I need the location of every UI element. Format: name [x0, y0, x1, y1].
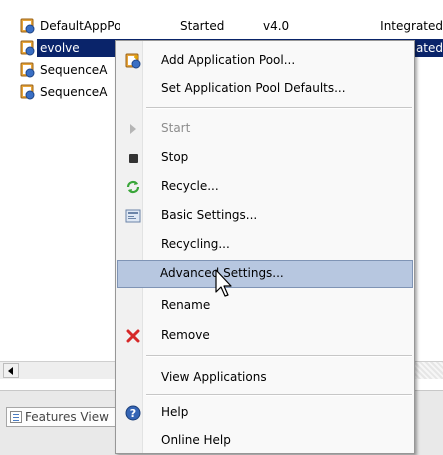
features-view-icon — [10, 411, 22, 423]
pool-name: evolve — [40, 41, 80, 55]
tab-features-view[interactable]: Features View — [6, 407, 116, 427]
menu-item-help[interactable]: ? Help — [118, 399, 412, 427]
pool-pipeline-mode: Integrated — [380, 19, 443, 33]
add-app-pool-icon — [125, 53, 141, 69]
pool-name: SequenceA — [40, 85, 108, 99]
basic-settings-icon — [125, 209, 141, 223]
menu-item-recycle[interactable]: Recycle... — [118, 173, 412, 201]
menu-item-remove[interactable]: Remove — [118, 322, 412, 350]
pool-name: SequenceA — [40, 63, 108, 77]
menu-item-basic-settings[interactable]: Basic Settings... — [118, 202, 412, 230]
menu-item-label: Online Help — [161, 433, 231, 447]
features-view-label: Features View — [25, 410, 109, 424]
mouse-pointer-icon — [215, 269, 232, 297]
context-menu: Add Application Pool... Set Application … — [115, 40, 415, 454]
menu-item-label: Add Application Pool... — [161, 53, 296, 67]
menu-item-label: Help — [161, 405, 189, 419]
app-pool-icon — [20, 18, 35, 34]
menu-item-online-help[interactable]: Online Help — [118, 427, 412, 455]
menu-item-label: Start — [161, 121, 191, 135]
app-pool-icon — [20, 40, 35, 56]
menu-item-rename[interactable]: Rename — [118, 292, 412, 320]
menu-item-label: Recycle... — [161, 179, 219, 193]
menu-item-label: View Applications — [161, 370, 267, 384]
svg-text:?: ? — [130, 407, 136, 420]
menu-item-label: Recycling... — [161, 237, 230, 251]
menu-item-stop[interactable]: Stop — [118, 144, 412, 172]
menu-item-label: Remove — [161, 328, 210, 342]
menu-item-recycling[interactable]: Recycling... — [118, 231, 412, 259]
app-pool-icon — [20, 84, 35, 100]
menu-item-add-application-pool[interactable]: Add Application Pool... — [118, 47, 412, 75]
menu-item-label: Set Application Pool Defaults... — [161, 81, 346, 95]
pool-name: DefaultAppPool — [40, 19, 120, 33]
app-pool-row[interactable]: DefaultAppPool Started v4.0 Integrated — [0, 16, 443, 36]
menu-item-set-application-pool-defaults[interactable]: Set Application Pool Defaults... — [118, 75, 412, 103]
scroll-left-arrow-icon[interactable] — [3, 363, 19, 378]
app-pool-icon — [20, 62, 35, 78]
menu-item-view-applications[interactable]: View Applications — [118, 364, 412, 392]
scrollbar-track[interactable] — [413, 362, 443, 379]
remove-x-icon — [126, 329, 140, 343]
help-icon: ? — [125, 405, 141, 421]
menu-item-advanced-settings[interactable]: Advanced Settings... — [117, 260, 413, 288]
menu-item-label: Stop — [161, 150, 189, 164]
menu-item-label: Rename — [161, 298, 211, 312]
menu-item-start: Start — [118, 115, 412, 143]
pool-version: v4.0 — [263, 19, 290, 33]
menu-item-label: Basic Settings... — [161, 208, 258, 222]
menu-separator — [146, 394, 412, 396]
stop-icon — [129, 154, 138, 163]
play-icon — [130, 124, 136, 134]
menu-separator — [146, 107, 412, 109]
recycle-icon — [126, 180, 140, 194]
menu-separator — [146, 355, 412, 357]
pool-status: Started — [180, 19, 225, 33]
